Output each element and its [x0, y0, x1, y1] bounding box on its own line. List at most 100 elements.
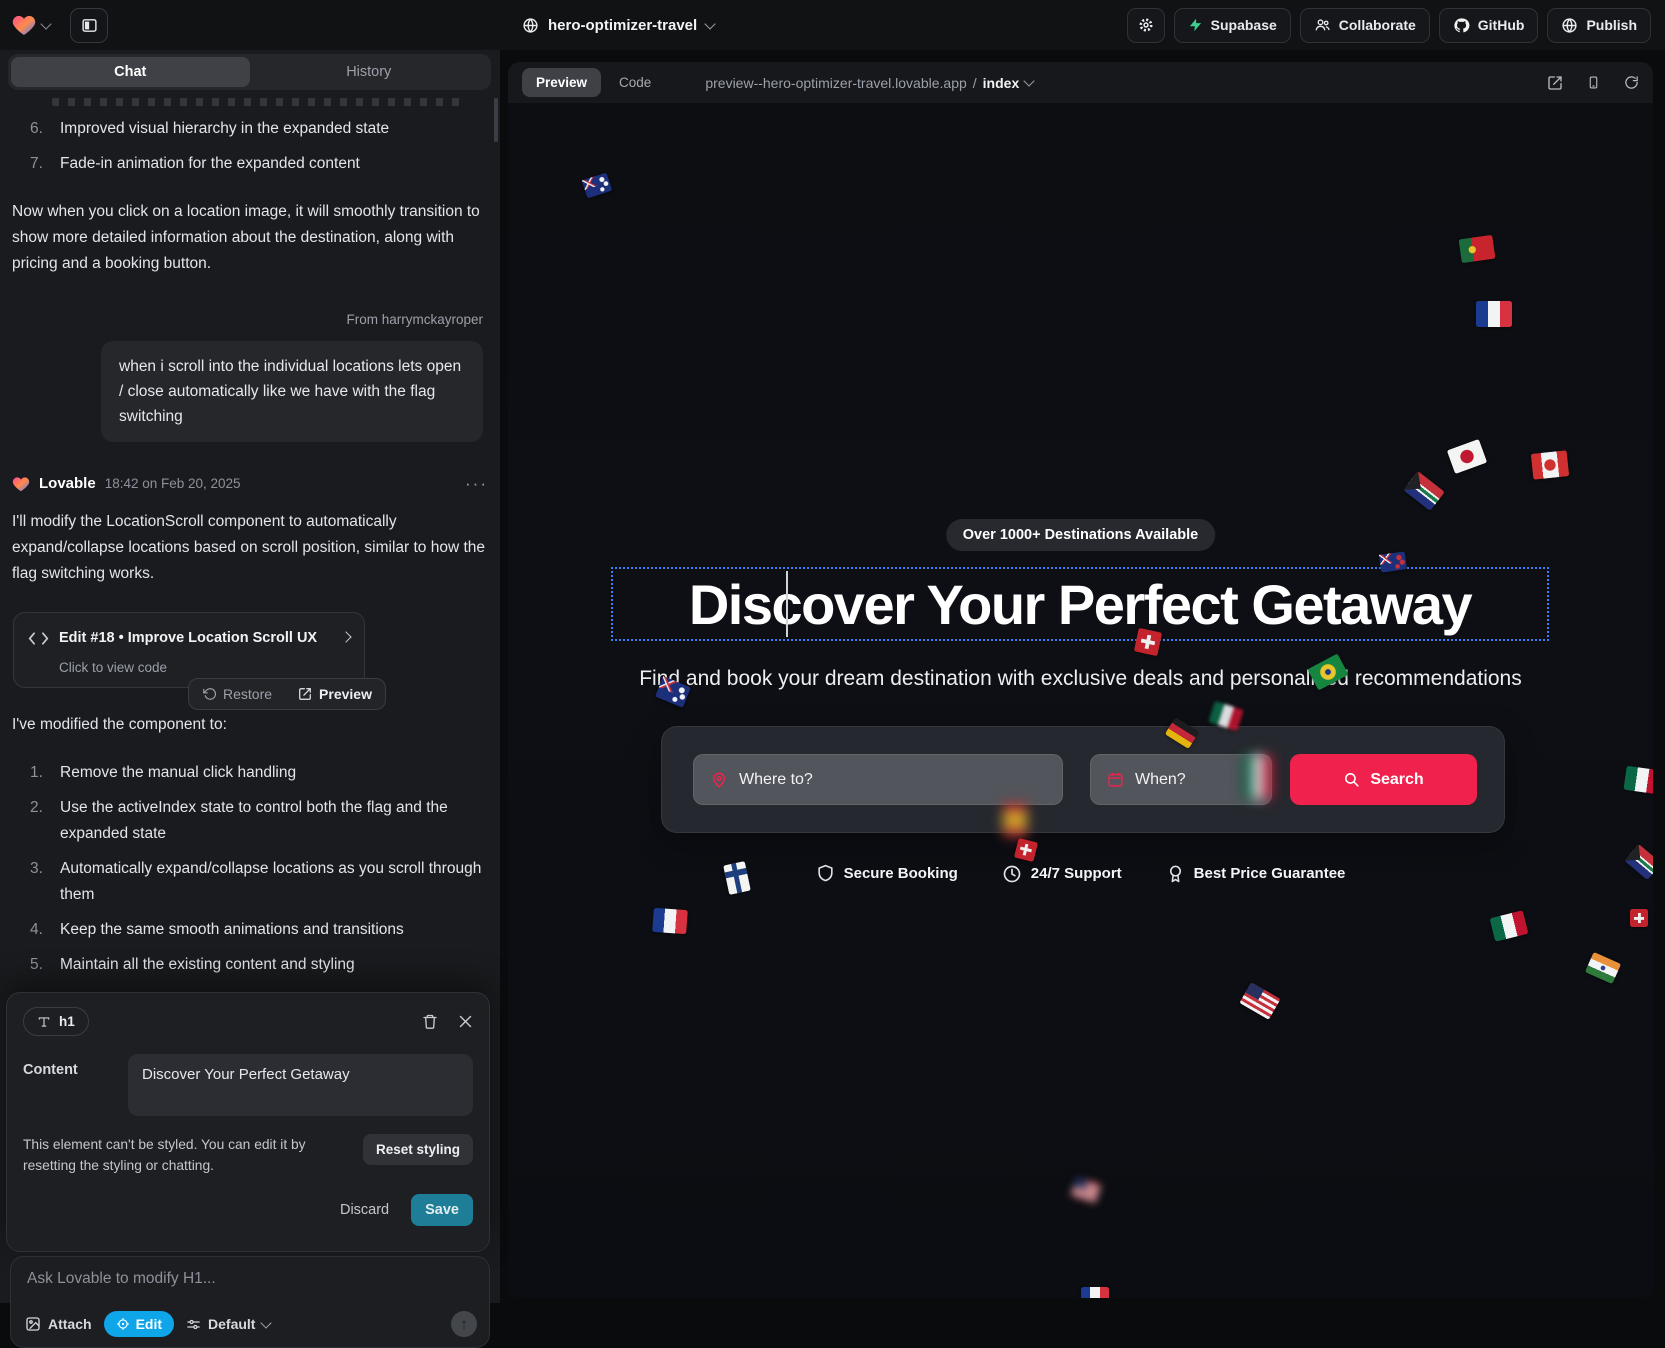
github-icon — [1453, 17, 1470, 34]
calendar-icon — [1107, 771, 1124, 788]
edit-label: Edit — [136, 1316, 162, 1332]
edit-mode-pill[interactable]: Edit — [104, 1311, 174, 1337]
step-text: Remove the manual click handling — [60, 760, 296, 786]
edit-card[interactable]: Edit #18 • Improve Location Scroll UX Cl… — [13, 612, 365, 688]
type-icon — [37, 1015, 51, 1029]
preview-panel: Preview Code preview--hero-optimizer-tra… — [508, 62, 1653, 1298]
project-switcher[interactable]: hero-optimizer-travel — [522, 0, 714, 50]
open-external-button[interactable] — [1547, 75, 1563, 91]
list-text: Improved visual hierarchy in the expande… — [60, 116, 389, 142]
flag-za-icon — [1403, 471, 1445, 511]
settings-button[interactable] — [1127, 8, 1165, 43]
supabase-bolt-icon — [1188, 17, 1203, 33]
step-text: Automatically expand/collapse locations … — [60, 856, 488, 908]
close-panel-button[interactable] — [458, 1014, 473, 1029]
publish-globe-icon — [1561, 17, 1578, 34]
element-editor-panel: h1 Content Discover Your Perfect Getaway… — [6, 992, 490, 1252]
search-card: Where to? When? Search — [661, 726, 1505, 833]
where-input[interactable]: Where to? — [693, 754, 1063, 805]
step-item: 5.Maintain all the existing content and … — [30, 952, 488, 978]
supabase-button[interactable]: Supabase — [1174, 8, 1291, 43]
discard-button[interactable]: Discard — [340, 1202, 389, 1218]
flag-jp-icon — [1447, 439, 1488, 474]
url-bar[interactable]: preview--hero-optimizer-travel.lovable.a… — [705, 75, 1033, 91]
save-button[interactable]: Save — [411, 1194, 473, 1226]
hero-subtitle: Find and book your dream destination wit… — [508, 667, 1653, 691]
assistant-paragraph: I've modified the component to: — [12, 712, 488, 738]
users-icon — [1314, 17, 1331, 33]
code-icon — [28, 631, 49, 646]
step-text: Maintain all the existing content and st… — [60, 952, 355, 978]
flag-fr-icon — [1081, 1287, 1109, 1298]
restore-button[interactable]: Restore — [189, 679, 285, 709]
assistant-paragraph: I'll modify the LocationScroll component… — [12, 509, 488, 587]
send-button[interactable]: ↑ — [451, 1311, 477, 1337]
message-author-label: From harrymckayroper — [12, 307, 488, 333]
publish-button[interactable]: Publish — [1547, 8, 1651, 43]
feature-label: Secure Booking — [844, 865, 958, 882]
flag-us-icon — [1239, 982, 1280, 1020]
preview-button[interactable]: Preview — [285, 679, 385, 709]
feature-best-price: Best Price Guarantee — [1166, 863, 1346, 884]
chevron-right-icon — [340, 631, 351, 642]
lovable-heart-icon — [12, 476, 30, 492]
clock-icon — [1002, 864, 1022, 884]
message-menu-button[interactable]: ··· — [465, 471, 488, 497]
destinations-badge: Over 1000+ Destinations Available — [946, 519, 1215, 551]
refresh-button[interactable] — [1624, 75, 1639, 90]
project-chevron-down-icon — [705, 18, 716, 29]
github-button[interactable]: GitHub — [1439, 8, 1539, 43]
flag-mx-icon — [1623, 766, 1653, 794]
feature-secure-booking: Secure Booking — [816, 863, 958, 884]
logo-chevron-down-icon[interactable] — [40, 18, 51, 29]
preview-label: Preview — [319, 681, 372, 707]
step-item: 3.Automatically expand/collapse location… — [30, 856, 488, 908]
flag-pt-icon — [1458, 235, 1495, 263]
supabase-label: Supabase — [1211, 17, 1277, 33]
collaborate-button[interactable]: Collaborate — [1300, 8, 1430, 43]
tab-code[interactable]: Code — [619, 75, 651, 90]
search-button[interactable]: Search — [1290, 754, 1477, 805]
h1-selection-box[interactable]: Discover Your Perfect Getaway — [611, 567, 1549, 641]
flag-au-icon — [582, 172, 613, 198]
chat-messages: 6. Improved visual hierarchy in the expa… — [0, 94, 500, 992]
message-timestamp: 18:42 on Feb 20, 2025 — [105, 471, 241, 497]
assistant-paragraph: Now when you click on a location image, … — [12, 199, 488, 277]
where-placeholder: Where to? — [739, 771, 813, 789]
element-tag-pill[interactable]: h1 — [23, 1007, 89, 1036]
feature-label: 24/7 Support — [1031, 865, 1122, 882]
attach-button[interactable]: Attach — [25, 1316, 92, 1332]
clipped-message-line — [52, 98, 460, 106]
project-name: hero-optimizer-travel — [548, 17, 697, 34]
globe-icon — [522, 17, 539, 34]
flag-ch-icon — [1014, 838, 1038, 862]
step-number: 2. — [30, 795, 48, 847]
shield-icon — [816, 863, 835, 884]
hero-title: Discover Your Perfect Getaway — [689, 572, 1471, 637]
flag-fr-icon — [1476, 301, 1512, 327]
step-number: 3. — [30, 856, 48, 908]
url-text: preview--hero-optimizer-travel.lovable.a… — [705, 75, 966, 91]
mobile-view-button[interactable] — [1587, 74, 1600, 91]
url-path: index — [983, 75, 1020, 91]
reset-styling-button[interactable]: Reset styling — [363, 1134, 473, 1165]
edit-card-title: Edit #18 • Improve Location Scroll UX — [59, 625, 317, 651]
step-item: 2.Use the activeIndex state to control b… — [30, 795, 488, 847]
attach-label: Attach — [48, 1316, 92, 1332]
mode-selector[interactable]: Default — [186, 1316, 270, 1332]
chevron-down-icon — [261, 1317, 272, 1328]
tab-chat[interactable]: Chat — [11, 57, 250, 87]
feature-support: 24/7 Support — [1002, 863, 1122, 884]
tab-preview[interactable]: Preview — [522, 68, 601, 97]
text-caret — [786, 571, 788, 637]
chat-input-field[interactable] — [25, 1269, 479, 1289]
step-number: 1. — [30, 760, 48, 786]
content-textarea[interactable]: Discover Your Perfect Getaway — [128, 1054, 473, 1116]
sidebar-toggle-button[interactable] — [70, 8, 108, 43]
lovable-heart-logo[interactable] — [12, 14, 36, 36]
list-item: 7. Fade-in animation for the expanded co… — [30, 151, 488, 177]
tab-history[interactable]: History — [250, 57, 489, 87]
delete-element-button[interactable] — [422, 1013, 438, 1030]
when-input[interactable]: When? — [1090, 754, 1272, 805]
flag-us-icon — [1071, 1176, 1102, 1203]
